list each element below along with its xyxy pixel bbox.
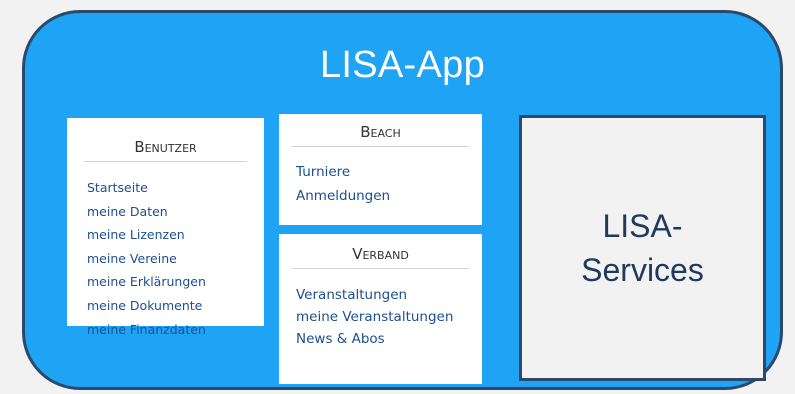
menu-item-meine-finanzdaten[interactable]: meine Finanzdaten — [87, 318, 264, 342]
benutzer-panel: Benutzer Startseite meine Daten meine Li… — [67, 118, 264, 337]
menu-item-meine-vereine[interactable]: meine Vereine — [87, 247, 264, 271]
services-label: LISA-Services — [581, 208, 704, 288]
benutzer-heading: Benutzer — [84, 138, 247, 162]
lisa-services-box: LISA-Services — [519, 115, 766, 381]
benutzer-menu: Startseite meine Daten meine Lizenzen me… — [87, 176, 264, 341]
menu-item-meine-veranstaltungen[interactable]: meine Veranstaltungen — [296, 307, 471, 327]
menu-item-meine-daten[interactable]: meine Daten — [87, 200, 264, 224]
verband-heading: Verband — [292, 245, 469, 269]
menu-item-turniere[interactable]: Turniere — [296, 160, 482, 184]
menu-item-meine-lizenzen[interactable]: meine Lizenzen — [87, 223, 264, 247]
menu-item-anmeldungen[interactable]: Anmeldungen — [296, 184, 482, 208]
menu-item-meine-dokumente[interactable]: meine Dokumente — [87, 294, 264, 318]
menu-item-startseite[interactable]: Startseite — [87, 176, 264, 200]
menu-item-news-abos[interactable]: News & Abos — [296, 329, 471, 349]
menu-item-veranstaltungen[interactable]: Veranstaltungen — [296, 285, 471, 305]
verband-menu: Veranstaltungen meine Veranstaltungen Ne… — [296, 285, 471, 349]
beach-menu: Turniere Anmeldungen — [296, 160, 482, 208]
beach-heading: Beach — [292, 123, 469, 147]
beach-panel: Beach Turniere Anmeldungen — [279, 114, 482, 225]
verband-panel: Verband Veranstaltungen meine Veranstalt… — [279, 234, 482, 384]
menu-item-meine-erklaerungen[interactable]: meine Erklärungen — [87, 270, 264, 294]
app-title: LISA-App — [319, 44, 486, 86]
